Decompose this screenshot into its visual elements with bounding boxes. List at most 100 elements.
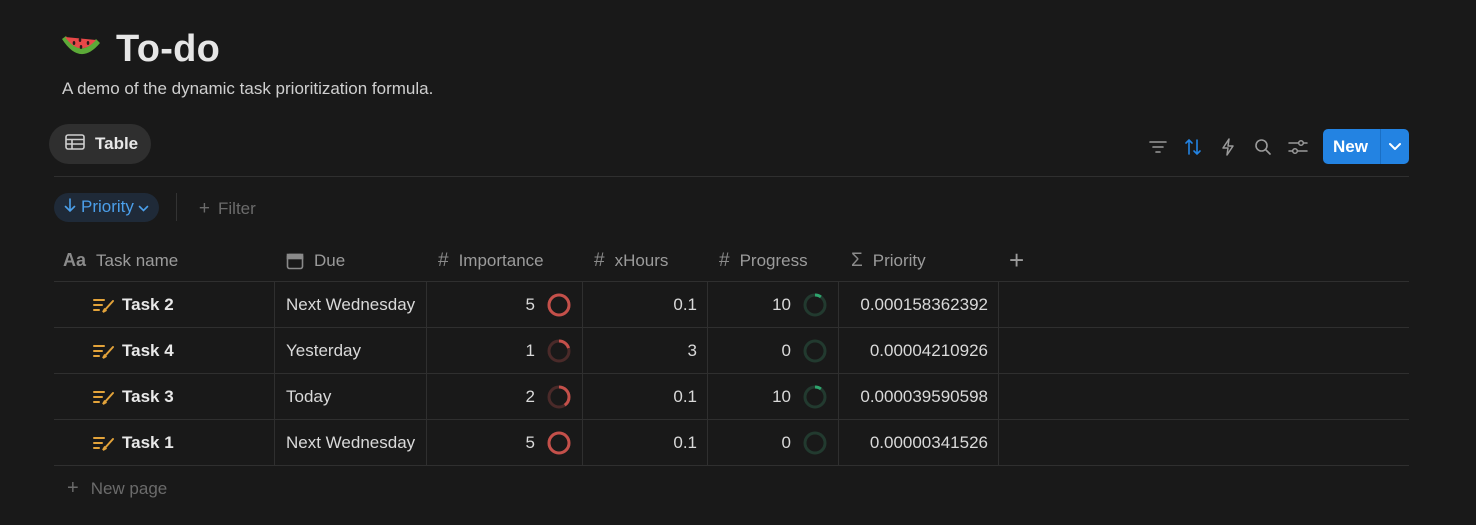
- new-button-label: New: [1333, 136, 1368, 156]
- chevron-down-icon: [138, 197, 149, 217]
- progress-cell[interactable]: 10: [708, 282, 839, 327]
- due-cell[interactable]: Next Wednesday: [275, 420, 427, 465]
- chevron-down-icon[interactable]: [1381, 142, 1409, 151]
- sort-icon[interactable]: [1175, 129, 1210, 164]
- importance-value: 1: [525, 340, 535, 360]
- column-header-progress[interactable]: # Progress: [708, 240, 839, 281]
- page-title[interactable]: To-do: [116, 28, 220, 71]
- plus-icon: +: [67, 477, 79, 499]
- table-row[interactable]: Task 4 Yesterday 1 3 0 0.00004210926: [54, 328, 1409, 374]
- sigma-icon: Σ: [851, 249, 863, 271]
- task-name-cell[interactable]: Task 4: [54, 328, 275, 373]
- due-value: Today: [286, 386, 332, 406]
- progress-cell[interactable]: 0: [708, 420, 839, 465]
- progress-ring: [803, 431, 827, 454]
- calendar-icon: [286, 252, 304, 270]
- task-name-cell[interactable]: Task 1: [54, 420, 275, 465]
- column-header-importance[interactable]: # Importance: [427, 240, 583, 281]
- due-cell[interactable]: Next Wednesday: [275, 282, 427, 327]
- due-cell[interactable]: Today: [275, 374, 427, 419]
- xhours-value: 0.1: [673, 432, 697, 452]
- settings-icon[interactable]: [1280, 129, 1315, 164]
- importance-ring: [547, 293, 571, 316]
- xhours-value: 3: [687, 340, 697, 360]
- due-value: Next Wednesday: [286, 294, 416, 314]
- importance-value: 5: [525, 294, 535, 314]
- table-row[interactable]: Task 2 Next Wednesday 5 0.1 10 0.000158362392: [54, 282, 1409, 328]
- new-page-label: New page: [90, 478, 168, 498]
- add-filter-button[interactable]: + Filter: [199, 194, 256, 220]
- task-name: Task 3: [122, 386, 174, 406]
- importance-cell[interactable]: 5: [427, 282, 583, 327]
- plus-icon: +: [1009, 245, 1025, 275]
- sort-label: Priority: [81, 197, 134, 216]
- task-icon: [93, 297, 115, 313]
- priority-value: 0.00000341526: [869, 432, 988, 452]
- xhours-cell[interactable]: 3: [583, 328, 708, 373]
- task-icon: [93, 389, 115, 405]
- importance-ring: [547, 339, 571, 362]
- importance-cell[interactable]: 1: [427, 328, 583, 373]
- due-cell[interactable]: Yesterday: [275, 328, 427, 373]
- priority-cell[interactable]: 0.000039590598: [839, 374, 999, 419]
- importance-cell[interactable]: 5: [427, 420, 583, 465]
- task-icon: [93, 435, 115, 451]
- progress-cell[interactable]: 0: [708, 328, 839, 373]
- xhours-value: 0.1: [673, 294, 697, 314]
- progress-value: 0: [781, 340, 791, 360]
- table-header: Aa Task name Due # Importance # xHours #…: [54, 240, 1409, 282]
- number-icon: #: [594, 249, 605, 271]
- column-header-due[interactable]: Due: [275, 240, 427, 281]
- column-header-task-name[interactable]: Aa Task name: [54, 240, 275, 281]
- divider: [54, 176, 1409, 177]
- new-button[interactable]: New: [1323, 129, 1409, 164]
- importance-value: 2: [525, 386, 535, 406]
- page-description: A demo of the dynamic task prioritizatio…: [62, 79, 434, 98]
- arrow-down-icon: [64, 197, 76, 217]
- task-name: Task 2: [122, 294, 174, 314]
- watermelon-icon[interactable]: [58, 29, 102, 69]
- task-name-cell[interactable]: Task 2: [54, 282, 275, 327]
- new-page-button[interactable]: + New page: [54, 466, 1409, 511]
- add-column-button[interactable]: +: [999, 240, 1409, 281]
- table-icon: [65, 133, 95, 155]
- importance-cell[interactable]: 2: [427, 374, 583, 419]
- importance-ring: [547, 431, 571, 454]
- priority-cell[interactable]: 0.000158362392: [839, 282, 999, 327]
- priority-cell[interactable]: 0.00000341526: [839, 420, 999, 465]
- filter-icon[interactable]: [1140, 129, 1175, 164]
- tasks-table: Aa Task name Due # Importance # xHours #…: [54, 240, 1409, 511]
- progress-ring: [803, 293, 827, 316]
- table-body: Task 2 Next Wednesday 5 0.1 10 0.000158362392…: [54, 282, 1409, 466]
- task-name-cell[interactable]: Task 3: [54, 374, 275, 419]
- table-row[interactable]: Task 3 Today 2 0.1 10 0.000039590598: [54, 374, 1409, 420]
- xhours-value: 0.1: [673, 386, 697, 406]
- progress-ring: [803, 385, 827, 408]
- progress-value: 10: [772, 294, 791, 314]
- priority-value: 0.00004210926: [869, 340, 988, 360]
- xhours-cell[interactable]: 0.1: [583, 374, 708, 419]
- task-name: Task 4: [122, 340, 174, 360]
- xhours-cell[interactable]: 0.1: [583, 282, 708, 327]
- column-header-priority[interactable]: Σ Priority: [839, 240, 999, 281]
- search-icon[interactable]: [1245, 129, 1280, 164]
- progress-cell[interactable]: 10: [708, 374, 839, 419]
- due-value: Next Wednesday: [286, 432, 416, 452]
- importance-value: 5: [525, 432, 535, 452]
- xhours-cell[interactable]: 0.1: [583, 420, 708, 465]
- add-filter-label: Filter: [218, 199, 256, 218]
- priority-value: 0.000158362392: [860, 294, 988, 314]
- priority-cell[interactable]: 0.00004210926: [839, 328, 999, 373]
- view-tab-label: Table: [95, 134, 139, 153]
- plus-icon: +: [198, 198, 211, 219]
- progress-ring: [803, 339, 827, 362]
- view-tab-table[interactable]: Table: [49, 124, 151, 164]
- column-header-xhours[interactable]: # xHours: [583, 240, 708, 281]
- sort-chip-priority[interactable]: Priority: [54, 192, 159, 222]
- priority-value: 0.000039590598: [860, 386, 988, 406]
- lightning-icon[interactable]: [1210, 129, 1245, 164]
- importance-ring: [547, 385, 571, 408]
- text-icon: Aa: [63, 250, 87, 270]
- number-icon: #: [438, 249, 449, 271]
- table-row[interactable]: Task 1 Next Wednesday 5 0.1 0 0.00000341526: [54, 420, 1409, 466]
